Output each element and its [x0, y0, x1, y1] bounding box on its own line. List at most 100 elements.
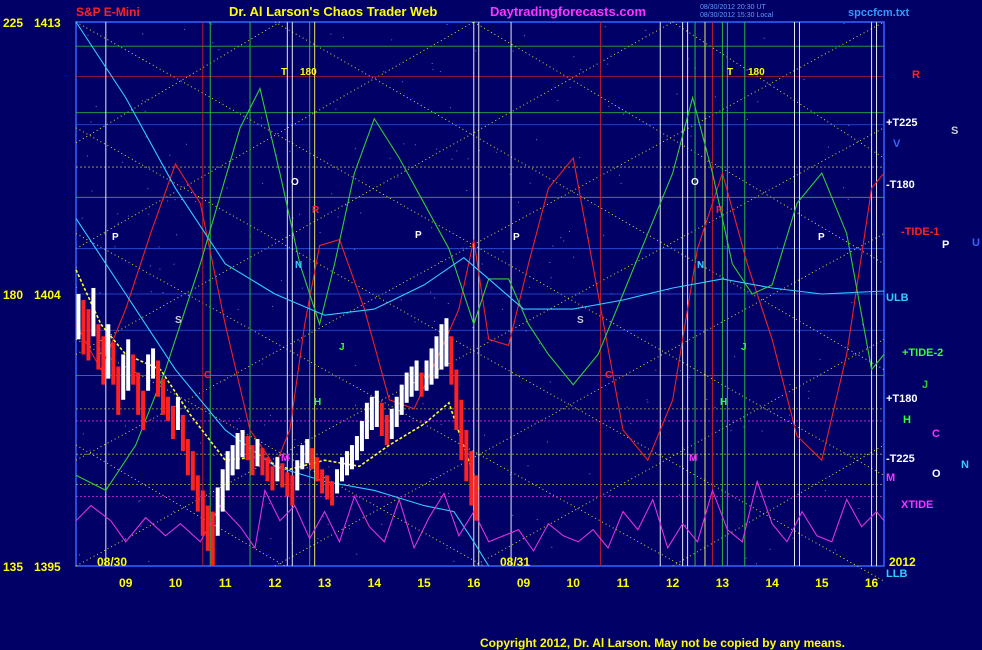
- star-dot: [354, 365, 356, 366]
- right-label: O: [932, 468, 941, 480]
- price-bar: [76, 294, 81, 340]
- star-dot: [289, 150, 291, 152]
- chart-svg: 225 1413180 1404135 139509 10 11 12 13 14 15 16 09 1…: [3, 4, 980, 650]
- star-dot: [843, 187, 844, 189]
- price-bar: [389, 408, 394, 440]
- star-dot: [117, 222, 119, 224]
- star-dot: [512, 50, 514, 52]
- star-dot: [730, 430, 732, 432]
- star-dot: [724, 246, 726, 248]
- star-dot: [391, 39, 393, 41]
- price-bar: [330, 481, 335, 506]
- y-tick-price: 1413: [34, 16, 61, 30]
- x-tick: 11: [219, 576, 232, 590]
- star-dot: [147, 188, 149, 190]
- star-dot: [528, 287, 530, 289]
- star-dot: [174, 199, 176, 201]
- y-tick-deg: 135: [3, 560, 23, 574]
- price-bar: [175, 396, 180, 430]
- star-dot: [714, 96, 716, 98]
- star-dot: [146, 99, 148, 100]
- star-dot: [552, 245, 554, 247]
- price-bar: [469, 451, 474, 506]
- star-dot: [432, 68, 434, 70]
- price-bar: [270, 466, 275, 491]
- star-dot: [626, 406, 628, 408]
- price-bar: [111, 342, 116, 385]
- right-label: +TIDE-2: [902, 347, 943, 359]
- star-dot: [81, 217, 83, 219]
- star-dot: [331, 193, 333, 195]
- star-dot: [819, 358, 821, 360]
- star-dot: [345, 204, 347, 206]
- star-dot: [200, 442, 202, 444]
- star-dot: [145, 136, 147, 138]
- star-dot: [808, 397, 809, 399]
- star-dot: [389, 157, 391, 159]
- star-dot: [86, 155, 88, 157]
- price-bar: [195, 475, 200, 512]
- star-dot: [237, 309, 239, 311]
- right-label: H: [903, 414, 911, 426]
- x-tick: 14: [765, 576, 779, 590]
- star-dot: [789, 414, 790, 416]
- star-dot: [264, 424, 266, 426]
- price-bar: [205, 505, 210, 551]
- instrument-title: S&P E-Mini: [76, 5, 140, 19]
- star-dot: [529, 182, 531, 184]
- y-tick-deg: 225: [3, 16, 23, 30]
- star-dot: [607, 63, 609, 65]
- star-dot: [569, 86, 571, 88]
- plot-label: J: [741, 342, 747, 353]
- plot-label: P: [818, 232, 825, 243]
- star-dot: [706, 399, 708, 400]
- x-tick: 15: [815, 576, 829, 590]
- star-dot: [182, 407, 184, 409]
- series-line: [75, 21, 885, 316]
- x-tick: 14: [368, 576, 382, 590]
- star-dot: [299, 213, 301, 215]
- star-dot: [843, 23, 845, 24]
- star-dot: [139, 500, 141, 502]
- star-dot: [756, 563, 757, 565]
- price-bar: [165, 396, 170, 421]
- star-dot: [549, 381, 551, 383]
- star-dot: [79, 554, 80, 556]
- price-bar: [449, 336, 454, 385]
- price-bar: [335, 469, 340, 494]
- star-dot: [550, 277, 552, 279]
- star-dot: [401, 81, 403, 83]
- price-bar: [250, 445, 255, 476]
- star-dot: [676, 93, 678, 95]
- price-bar: [285, 472, 290, 497]
- star-dot: [356, 553, 358, 555]
- plot-label: H: [720, 397, 727, 408]
- star-dot: [560, 237, 562, 239]
- price-bar: [96, 324, 101, 370]
- star-dot: [76, 287, 78, 288]
- star-dot: [563, 240, 565, 242]
- copyright: Copyright 2012, Dr. Al Larson. May not b…: [480, 636, 845, 650]
- star-dot: [484, 434, 486, 436]
- right-label: N: [961, 459, 969, 471]
- diagonal-line: [473, 21, 885, 265]
- star-dot: [645, 29, 647, 31]
- price-bar: [265, 457, 270, 482]
- price-bar: [464, 430, 469, 482]
- plot-label: T: [281, 67, 287, 78]
- star-dot: [269, 415, 271, 416]
- star-dot: [858, 508, 860, 509]
- right-label: LLB: [886, 568, 907, 580]
- price-bar: [359, 420, 364, 452]
- star-dot: [272, 305, 274, 307]
- star-dot: [434, 297, 436, 299]
- star-dot: [360, 212, 362, 214]
- right-label: -T225: [886, 453, 915, 465]
- plot-label: M: [689, 453, 697, 464]
- star-dot: [414, 144, 416, 146]
- price-bar: [439, 324, 444, 370]
- star-dot: [856, 456, 858, 458]
- plot-label: J: [339, 342, 345, 353]
- star-dot: [446, 548, 448, 550]
- x-tick: 09: [517, 576, 531, 590]
